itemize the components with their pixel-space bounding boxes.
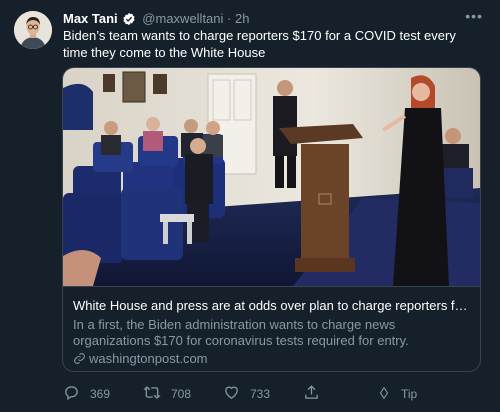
reply-button[interactable]: 369: [63, 384, 110, 404]
tweet[interactable]: Max Tani @maxwelltani · 2h ••• Biden’s t…: [0, 0, 500, 412]
share-button[interactable]: [303, 384, 330, 404]
reply-icon: [63, 384, 90, 404]
tweet-text: Biden’s team wants to charge reporters $…: [63, 28, 456, 60]
retweet-button[interactable]: 708: [143, 384, 191, 404]
avatar[interactable]: [14, 11, 52, 49]
separator-dot: ·: [227, 11, 232, 26]
card-description: In a first, the Biden administration wan…: [73, 317, 409, 348]
reply-count: 369: [90, 387, 111, 401]
tip-icon: [377, 385, 401, 404]
card-domain[interactable]: washingtonpost.com: [73, 351, 208, 367]
like-count: 733: [250, 387, 271, 401]
tweet-actions: 369 708 733 Tip: [63, 384, 493, 404]
like-button[interactable]: 733: [223, 384, 270, 404]
retweet-count: 708: [171, 387, 192, 401]
link-card[interactable]: White House and press are at odds over p…: [62, 67, 481, 372]
card-domain-text: washingtonpost.com: [89, 351, 208, 366]
author-handle[interactable]: @maxwelltani: [142, 11, 223, 26]
author-name[interactable]: Max Tani: [63, 11, 118, 26]
share-icon: [303, 384, 330, 404]
tip-label: Tip: [401, 387, 418, 401]
tweet-header: Max Tani @maxwelltani · 2h: [63, 10, 249, 28]
card-image[interactable]: [63, 68, 480, 286]
retweet-icon: [143, 384, 171, 404]
like-icon: [223, 384, 250, 404]
tweet-timestamp[interactable]: 2h: [235, 11, 249, 26]
tip-button[interactable]: Tip: [377, 384, 417, 404]
card-body[interactable]: White House and press are at odds over p…: [63, 286, 480, 371]
link-icon: [73, 351, 89, 366]
card-title[interactable]: White House and press are at odds over p…: [73, 298, 473, 314]
more-icon[interactable]: •••: [465, 8, 483, 24]
